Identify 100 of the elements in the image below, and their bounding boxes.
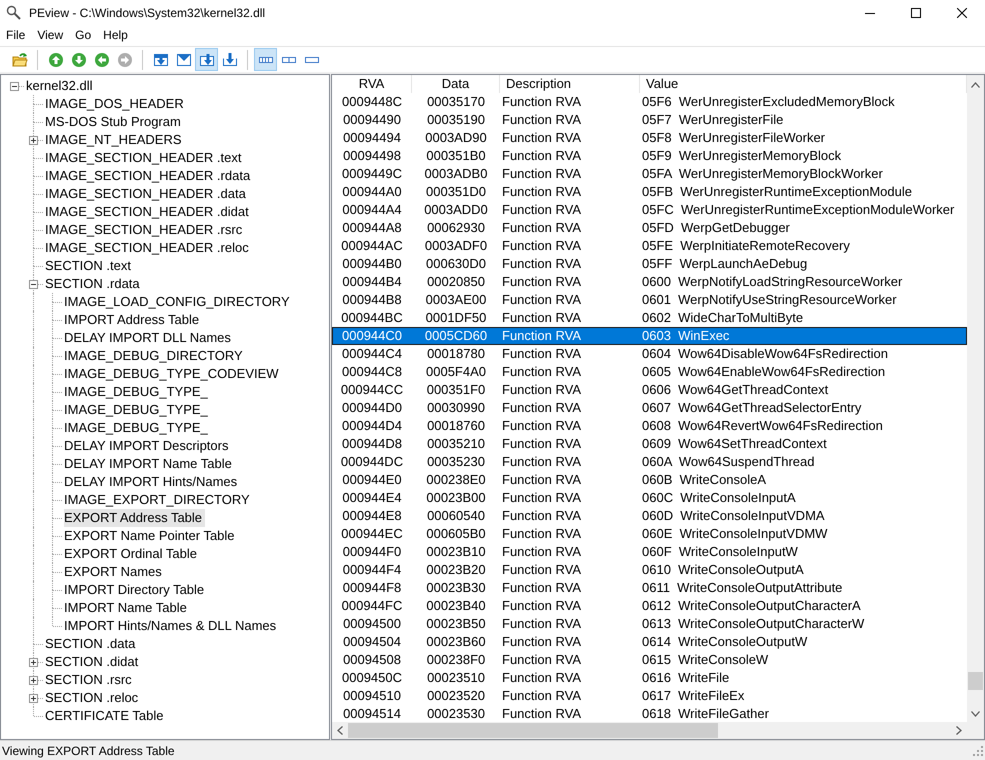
- tree-item[interactable]: SECTION .didat: [45, 653, 142, 671]
- tree-item[interactable]: EXPORT Names: [64, 563, 165, 581]
- resize-grip-icon[interactable]: [973, 746, 983, 756]
- tree-item[interactable]: SECTION .rdata: [45, 275, 143, 293]
- table-row[interactable]: 000944AC 0003ADF0 Function RVA 05FE WerpInitiateRemoteRecovery: [332, 237, 967, 255]
- tree-item[interactable]: SECTION .reloc: [45, 689, 142, 707]
- tree-item[interactable]: SECTION .data: [45, 635, 138, 653]
- table-row[interactable]: 000944D0 00030990 Function RVA 0607 Wow64GetThreadSelectorEntry: [332, 399, 967, 417]
- scroll-thumb[interactable]: [348, 723, 718, 738]
- collapse-toggle[interactable]: [29, 280, 38, 289]
- table-row[interactable]: 000944F0 00023B10 Function RVA 060F WriteConsoleInputW: [332, 543, 967, 561]
- table-row[interactable]: 000944D8 00035210 Function RVA 0609 Wow64SetThreadContext: [332, 435, 967, 453]
- tree-item[interactable]: SECTION .rsrc: [45, 671, 135, 689]
- table-row[interactable]: 0009449C 0003ADB0 Function RVA 05FA WerUnregisterMemoryBlockWorker: [332, 165, 967, 183]
- tree-item[interactable]: EXPORT Address Table: [64, 509, 206, 527]
- column-header[interactable]: Data: [412, 75, 500, 93]
- table-row[interactable]: 000944B8 0003AE00 Function RVA 0601 WerpNotifyUseStringResourceWorker: [332, 291, 967, 309]
- column-header[interactable]: RVA: [332, 75, 412, 93]
- table-cell-text: Function RVA: [501, 525, 582, 543]
- menu-item[interactable]: Help: [97, 26, 134, 44]
- table-row[interactable]: 000944FC 00023B40 Function RVA 0612 WriteConsoleOutputCharacterA: [332, 597, 967, 615]
- table-row[interactable]: 00094510 00023520 Function RVA 0617 WriteFileEx: [332, 687, 967, 705]
- tree-item[interactable]: DELAY IMPORT Descriptors: [64, 437, 232, 455]
- tree-item[interactable]: IMAGE_DEBUG_DIRECTORY: [64, 347, 246, 365]
- tree-item[interactable]: IMAGE_DEBUG_TYPE_: [64, 383, 211, 401]
- horizontal-scrollbar[interactable]: [332, 722, 967, 739]
- table-row[interactable]: 000944EC 000605B0 Function RVA 060E WriteConsoleInputVDMW: [332, 525, 967, 543]
- tree-item[interactable]: IMAGE_DEBUG_TYPE_CODEVIEW: [64, 365, 282, 383]
- table-row[interactable]: 00094490 00035190 Function RVA 05F7 WerUnregisterFile: [332, 111, 967, 129]
- menu-item[interactable]: File: [0, 26, 32, 44]
- tree-item[interactable]: IMAGE_LOAD_CONFIG_DIRECTORY: [64, 293, 293, 311]
- tree-item[interactable]: IMAGE_SECTION_HEADER .rdata: [45, 167, 254, 185]
- table-cell-text: 000944A8: [341, 219, 403, 237]
- tree-item[interactable]: IMAGE_SECTION_HEADER .rsrc: [45, 221, 246, 239]
- tree-item[interactable]: IMAGE_NT_HEADERS: [45, 131, 185, 149]
- table-row[interactable]: 000944B0 000630D0 Function RVA 05FF WerpLaunchAeDebug: [332, 255, 967, 273]
- table-cell-text: 0606 Wow64GetThreadContext: [641, 381, 830, 399]
- toolbar-button[interactable]: [195, 48, 218, 71]
- tree-item[interactable]: IMAGE_SECTION_HEADER .reloc: [45, 239, 252, 257]
- table-row[interactable]: 00094508 000238F0 Function RVA 0615 WriteConsoleW: [332, 651, 967, 669]
- tree-item[interactable]: IMPORT Address Table: [64, 311, 202, 329]
- selected-row[interactable]: 000944C0 0005CD60 Function RVA 0603 WinExec: [332, 327, 967, 345]
- table-row[interactable]: 000944E8 00060540 Function RVA 060D WriteConsoleInputVDMA: [332, 507, 967, 525]
- table-row[interactable]: 00094514 00023530 Function RVA 0618 WriteFileGather: [332, 705, 967, 722]
- menu-item[interactable]: View: [31, 26, 70, 44]
- tree-item[interactable]: IMAGE_SECTION_HEADER .data: [45, 185, 249, 203]
- table-row[interactable]: 00094494 0003AD90 Function RVA 05F8 WerUnregisterFileWorker: [332, 129, 967, 147]
- tree-item[interactable]: CERTIFICATE Table: [45, 707, 166, 725]
- tree-item[interactable]: MS-DOS Stub Program: [45, 113, 184, 131]
- tree-item[interactable]: IMAGE_DEBUG_TYPE_: [64, 419, 211, 437]
- table-row[interactable]: 000944F8 00023B30 Function RVA 0611 WriteConsoleOutputAttribute: [332, 579, 967, 597]
- table-row[interactable]: 000944B4 00020850 Function RVA 0600 WerpNotifyLoadStringResourceWorker: [332, 273, 967, 291]
- tree-item[interactable]: IMPORT Name Table: [64, 599, 190, 617]
- table-row[interactable]: 000944E4 00023B00 Function RVA 060C WriteConsoleInputA: [332, 489, 967, 507]
- tree-item[interactable]: DELAY IMPORT Name Table: [64, 455, 235, 473]
- scroll-thumb[interactable]: [968, 672, 983, 690]
- collapse-toggle[interactable]: [10, 82, 19, 91]
- tree-item[interactable]: IMAGE_EXPORT_DIRECTORY: [64, 491, 253, 509]
- table-row[interactable]: 0009450C 00023510 Function RVA 0616 WriteFile: [332, 669, 967, 687]
- table-row[interactable]: 000944CC 000351F0 Function RVA 0606 Wow64GetThreadContext: [332, 381, 967, 399]
- table-row[interactable]: 000944C4 00018780 Function RVA 0604 Wow64DisableWow64FsRedirection: [332, 345, 967, 363]
- table-row[interactable]: 000944E0 000238E0 Function RVA 060B WriteConsoleA: [332, 471, 967, 489]
- table-row[interactable]: 00094500 00023B50 Function RVA 0613 WriteConsoleOutputCharacterW: [332, 615, 967, 633]
- column-header[interactable]: Description: [500, 75, 640, 93]
- tree-item[interactable]: IMAGE_DOS_HEADER: [45, 95, 187, 113]
- expand-toggle[interactable]: [29, 694, 38, 703]
- table-cell-text: Function RVA: [501, 579, 582, 597]
- tree-item[interactable]: DELAY IMPORT Hints/Names: [64, 473, 240, 491]
- table-row[interactable]: 00094504 00023B60 Function RVA 0614 WriteConsoleOutputW: [332, 633, 967, 651]
- table-row[interactable]: 000944C8 0005F4A0 Function RVA 0605 Wow64EnableWow64FsRedirection: [332, 363, 967, 381]
- tree-item[interactable]: DELAY IMPORT DLL Names: [64, 329, 234, 347]
- scroll-right-icon[interactable]: [956, 726, 962, 735]
- table-row[interactable]: 0009448C 00035170 Function RVA 05F6 WerUnregisterExcludedMemoryBlock: [332, 93, 967, 111]
- table-row[interactable]: 000944DC 00035230 Function RVA 060A Wow64SuspendThread: [332, 453, 967, 471]
- menu-item[interactable]: Go: [69, 26, 98, 44]
- tree-item[interactable]: SECTION .text: [45, 257, 134, 275]
- table-cell-text: 00094504: [342, 633, 402, 651]
- tree-item[interactable]: EXPORT Name Pointer Table: [64, 527, 238, 545]
- tree-item[interactable]: IMAGE_DEBUG_TYPE_: [64, 401, 211, 419]
- expand-toggle[interactable]: [29, 136, 38, 145]
- table-row[interactable]: 000944F4 00023B20 Function RVA 0610 WriteConsoleOutputA: [332, 561, 967, 579]
- scroll-up-icon[interactable]: [971, 82, 980, 88]
- table-row[interactable]: 00094498 000351B0 Function RVA 05F9 WerUnregisterMemoryBlock: [332, 147, 967, 165]
- vertical-scrollbar[interactable]: [967, 75, 984, 722]
- expand-toggle[interactable]: [29, 658, 38, 667]
- table-row[interactable]: 000944D4 00018760 Function RVA 0608 Wow64RevertWow64FsRedirection: [332, 417, 967, 435]
- table-row[interactable]: 000944A0 000351D0 Function RVA 05FB WerUnregisterRuntimeExceptionModule: [332, 183, 967, 201]
- toolbar-button[interactable]: [254, 48, 277, 71]
- table-row[interactable]: 000944BC 0001DF50 Function RVA 0602 WideCharToMultiByte: [332, 309, 967, 327]
- tree-item[interactable]: IMAGE_SECTION_HEADER .text: [45, 149, 244, 167]
- expand-toggle[interactable]: [29, 676, 38, 685]
- tree-item[interactable]: IMPORT Hints/Names & DLL Names: [64, 617, 280, 635]
- table-row[interactable]: 000944A8 00062930 Function RVA 05FD WerpGetDebugger: [332, 219, 967, 237]
- table-row[interactable]: 000944A4 0003ADD0 Function RVA 05FC WerUnregisterRuntimeExceptionModuleWorker: [332, 201, 967, 219]
- tree-item[interactable]: IMAGE_SECTION_HEADER .didat: [45, 203, 252, 221]
- scroll-left-icon[interactable]: [337, 726, 343, 735]
- tree-item[interactable]: kernel32.dll: [26, 77, 96, 95]
- tree-item[interactable]: EXPORT Ordinal Table: [64, 545, 200, 563]
- scroll-down-icon[interactable]: [971, 711, 980, 717]
- tree-item[interactable]: IMPORT Directory Table: [64, 581, 208, 599]
